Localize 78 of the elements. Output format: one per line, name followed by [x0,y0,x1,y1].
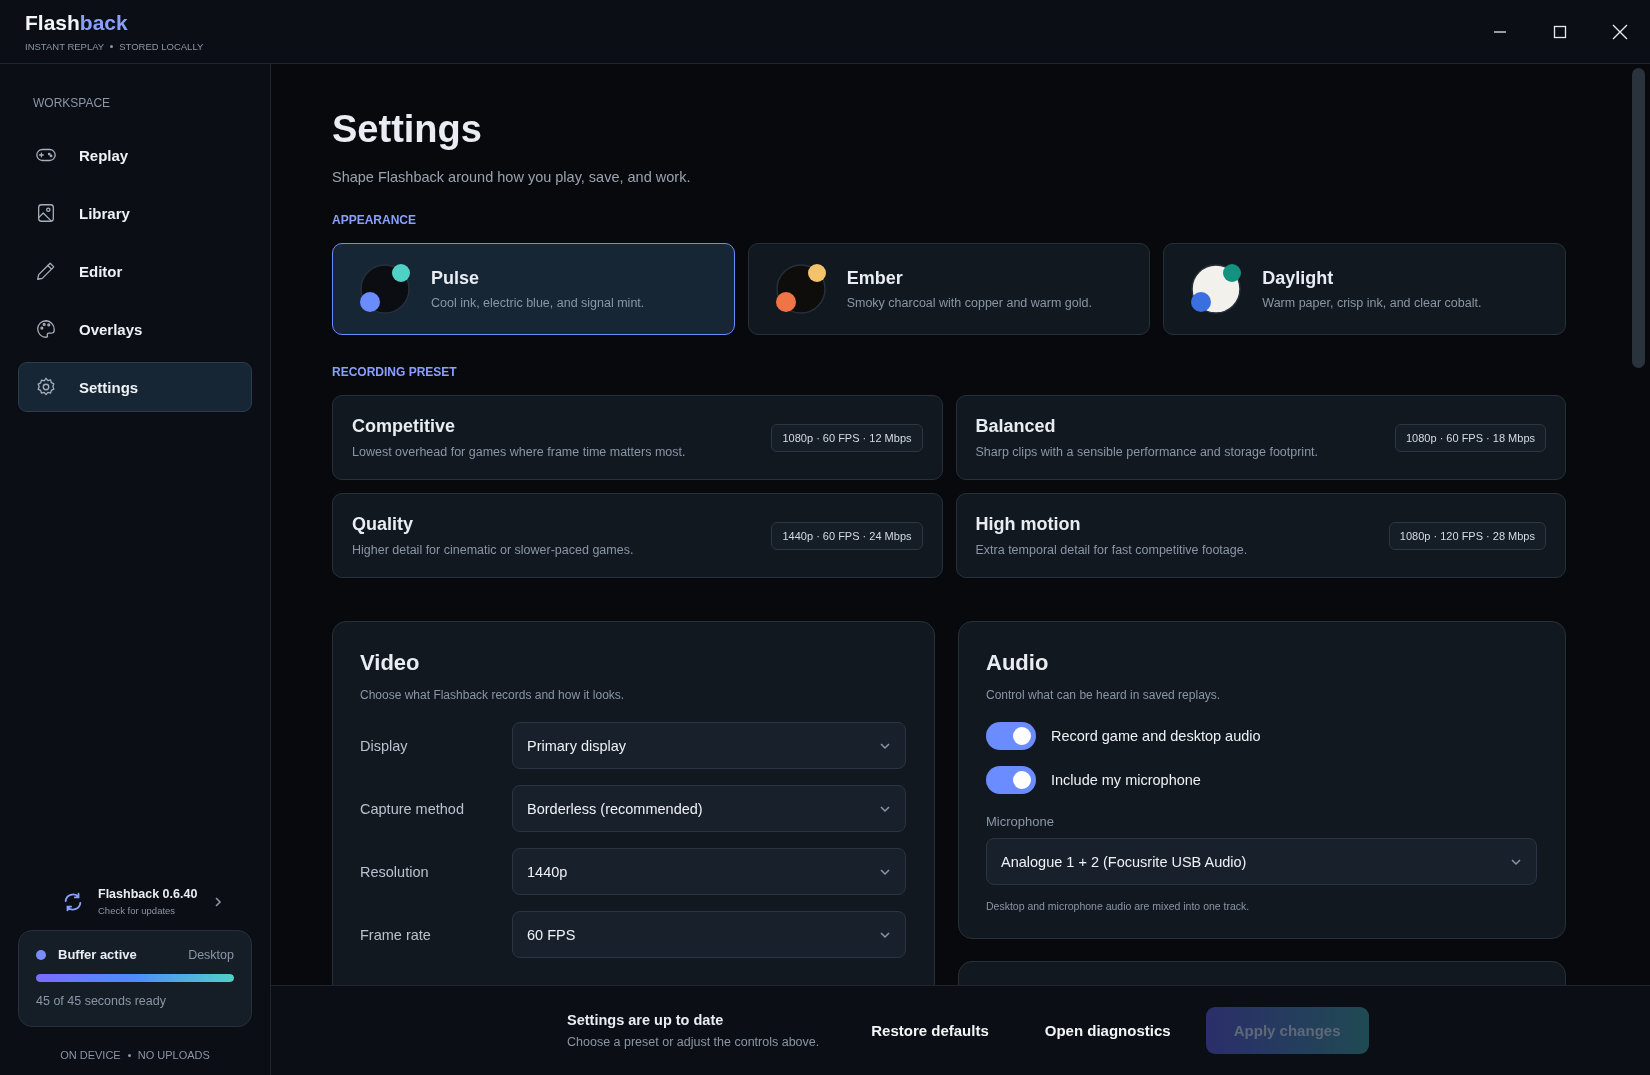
status-subtitle: Choose a preset or adjust the controls above. [567,1035,820,1049]
palette-icon [35,318,57,340]
maximize-icon [1553,24,1567,39]
scrollbar[interactable] [1632,68,1645,368]
status-title: Settings are up to date [567,1012,725,1028]
footer-button[interactable]: Restore defaults [871,1012,989,1049]
preset-card[interactable]: Competitive Lowest overhead for games where frame time matters most. 1080p · 60 FPS · 12 Mbps [332,395,943,480]
sidebar-item[interactable]: Replay [18,130,252,180]
footer-button[interactable]: Open diagnostics [1044,1012,1171,1049]
buffer-source: Desktop [188,947,234,962]
update-link[interactable]: Flashback 0.6.40 Check for updates [18,887,252,916]
preset-name: Competitive [352,416,457,437]
dropdown[interactable]: 60 FPS [512,911,906,958]
preset-name: Quality [352,514,414,535]
field-label: Capture method [360,800,465,817]
settings-icon [35,376,57,398]
theme-name: Daylight [1262,268,1335,289]
privacy-note: ON DEVICE [60,1049,121,1061]
section-heading: RECORDING PRESET [332,365,458,379]
page-title: Settings [332,108,483,151]
dropdown[interactable]: 1440p [512,848,906,895]
dropdown[interactable]: Borderless (recommended) [512,785,906,832]
theme-description: Smoky charcoal with copper and warm gold. [846,296,1092,310]
preset-badge: 1440p · 60 FPS · 24 Mbps [771,521,923,550]
panel-description: Control what can be heard in saved replays. [986,688,1222,702]
section-heading: APPEARANCE [332,213,417,227]
app-tagline: INSTANT REPLAY [25,41,105,52]
pencil-icon [35,260,57,282]
panel-description: Choose what Flashback records and how it looks. [360,688,626,702]
toggle-label: Record game and desktop audio [1051,728,1261,744]
app-tagline: STORED LOCALLY [119,41,204,52]
theme-card[interactable]: Pulse Cool ink, electric blue, and signal mint. [332,243,735,335]
theme-name: Pulse [431,268,481,289]
sidebar-section-label: WORKSPACE [32,96,112,110]
preset-card[interactable]: High motion Extra temporal detail for fast competitive footage. 1080p · 120 FPS · 28 Mbps [955,493,1566,578]
field-label: Resolution [360,863,430,880]
chevron-icon [213,896,224,907]
help-text: Desktop and microphone audio are mixed into one track. [986,900,1251,912]
panel-title: Audio [986,650,1050,676]
preset-description: Higher detail for cinematic or slower-paced games. [352,543,634,557]
preset-description: Sharp clips with a sensible performance and storage footprint. [975,445,1319,459]
refresh-icon [62,890,84,913]
theme-card[interactable]: Daylight Warm paper, crisp ink, and clear cobalt. [1163,243,1566,335]
theme-card[interactable]: Ember Smoky charcoal with copper and warm gold. [747,243,1151,335]
dropdown[interactable]: Primary display [512,722,906,769]
app-logo: Flashback [25,11,129,35]
dropdown[interactable]: Analogue 1 + 2 (Focusrite USB Audio) [986,838,1537,885]
preset-badge: 1080p · 60 FPS · 18 Mbps [1395,423,1546,452]
field-label: Frame rate [360,926,432,943]
toggle-switch[interactable] [986,766,1036,794]
status-dot [36,949,46,960]
privacy-note: NO UPLOADS [137,1049,210,1061]
preset-description: Extra temporal detail for fast competitive footage. [975,543,1248,557]
image-icon [35,202,57,224]
field-label: Display [360,737,409,754]
buffer-reading: 45 of 45 seconds ready [36,994,167,1008]
preset-name: High motion [975,514,1082,535]
preset-card[interactable]: Quality Higher detail for cinematic or slower-paced games. 1440p · 60 FPS · 24 Mbps [332,493,943,578]
panel-title: Video [360,650,421,676]
preset-name: Balanced [975,416,1057,437]
preset-badge: 1080p · 120 FPS · 28 Mbps [1388,521,1546,550]
preset-badge: 1080p · 60 FPS · 12 Mbps [771,423,923,452]
sidebar-item[interactable]: Library [18,188,252,238]
page-subtitle: Shape Flashback around how you play, save, and work. [332,169,692,185]
close-icon [1612,23,1628,40]
minimize-icon [1493,30,1507,33]
theme-description: Warm paper, crisp ink, and clear cobalt. [1262,296,1482,310]
field-label: Microphone [986,814,1055,829]
toggle-switch[interactable] [986,722,1036,750]
sidebar-item[interactable]: Overlays [18,304,252,354]
toggle-label: Include my microphone [1051,772,1201,788]
theme-description: Cool ink, electric blue, and signal mint. [431,296,645,310]
buffer-status: Buffer active [58,947,137,962]
preset-card[interactable]: Balanced Sharp clips with a sensible performance and storage footprint. 1080p · 60 FPS · 18 Mbps [955,395,1566,480]
theme-name: Ember [846,268,904,289]
sidebar-item[interactable]: Settings [18,362,252,412]
sidebar-item[interactable]: Editor [18,246,252,296]
preset-description: Lowest overhead for games where frame time matters most. [352,445,686,459]
